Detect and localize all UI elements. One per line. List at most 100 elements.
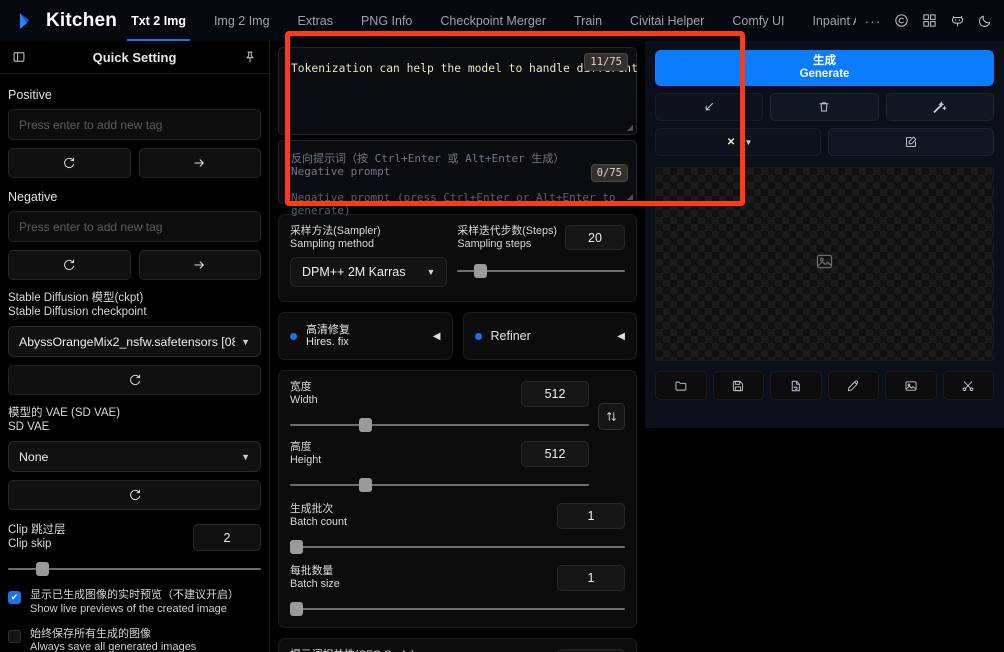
hires-fix-label-en: Hires. fix <box>306 336 349 349</box>
batch-size-label-cn: 每批数量 <box>290 565 334 578</box>
checkbox-label-en: Always save all generated images <box>30 640 197 652</box>
steps-slider[interactable] <box>457 263 625 279</box>
positive-apply-arrow-right-icon[interactable] <box>138 148 261 178</box>
tab-img2img[interactable]: Img 2 Img <box>200 0 284 41</box>
tab-label: Txt 2 Img <box>131 13 186 28</box>
clear-prompt-button[interactable] <box>770 93 879 121</box>
slider-knob[interactable] <box>358 418 372 433</box>
steps-value[interactable]: 20 <box>565 225 625 250</box>
slider-knob[interactable] <box>474 264 488 279</box>
checkbox-box[interactable] <box>8 629 21 643</box>
refiner-panel[interactable]: Refiner ◀ <box>462 312 637 361</box>
apply-style-button[interactable] <box>885 93 994 121</box>
hires-fix-panel[interactable]: 高清修复 Hires. fix ◀ <box>278 312 453 361</box>
checkbox-label-en: Show live previews of the created image <box>30 602 227 615</box>
tab-civitai-helper[interactable]: Civitai Helper <box>616 0 718 41</box>
negative-prompt-textarea[interactable]: 反向提示词（按 Ctrl+Enter 或 Alt+Enter 生成） Negat… <box>278 140 637 217</box>
panel-toggle-icon[interactable] <box>8 46 30 68</box>
tab-extras[interactable]: Extras <box>284 0 347 41</box>
clip-skip-value[interactable]: 2 <box>193 524 261 552</box>
slider-track <box>290 546 625 549</box>
width-slider[interactable] <box>290 417 589 433</box>
send-to-img2img-button[interactable] <box>885 371 937 400</box>
checkbox-always-save[interactable]: 始终保存所有生成的图像 Always save all generated im… <box>8 628 261 652</box>
tab-train[interactable]: Train <box>560 0 616 41</box>
checkbox-live-previews[interactable]: ✔ 显示已生成图像的实时预览（不建议开启） Show live previews… <box>8 589 261 615</box>
vae-select[interactable]: None ▼ <box>8 441 261 473</box>
tab-txt2img[interactable]: Txt 2 Img <box>117 0 200 41</box>
sampler-row: 采样方法(Sampler) Sampling method DPM++ 2M K… <box>290 225 625 288</box>
x-circle-icon[interactable]: ✕ <box>723 134 739 150</box>
tab-comfy-ui[interactable]: Comfy UI <box>718 0 798 41</box>
sampler-value: DPM++ 2M Karras <box>302 265 406 280</box>
clip-skip-slider[interactable] <box>8 561 261 577</box>
slider-knob[interactable] <box>35 562 49 577</box>
generate-action-row-1 <box>655 93 994 121</box>
negative-tag-input[interactable]: Press enter to add new tag <box>8 211 261 242</box>
generate-button[interactable]: 生成 Generate <box>655 50 994 86</box>
image-placeholder-icon <box>815 252 834 276</box>
negative-apply-arrow-right-icon[interactable] <box>138 250 261 280</box>
tab-inpaint-anything[interactable]: Inpaint Any <box>798 0 856 41</box>
edit-styles-button[interactable] <box>828 128 994 156</box>
open-folder-button[interactable] <box>655 371 707 400</box>
batch-size-slider[interactable] <box>290 601 625 617</box>
checkpoint-value: AbyssOrangeMix2_nsfw.safetensors [087329 <box>19 334 235 349</box>
slider-knob[interactable] <box>290 540 303 555</box>
generate-action-row-2: ✕ ▼ <box>655 128 994 156</box>
pin-icon[interactable] <box>239 46 261 68</box>
brand-name: Kitchen <box>46 9 118 31</box>
save-zip-button[interactable] <box>770 371 822 400</box>
height-label-en: Height <box>290 454 322 467</box>
positive-tag-input[interactable]: Press enter to add new tag <box>8 109 261 140</box>
tab-png-info[interactable]: PNG Info <box>347 0 426 41</box>
sampler-label-cn: 采样方法(Sampler) <box>290 225 381 237</box>
output-panel-empty-area <box>645 428 1004 652</box>
triangle-left-icon[interactable]: ◀ <box>433 331 441 342</box>
swap-dimensions-icon[interactable] <box>598 403 625 431</box>
vae-value: None <box>19 449 49 464</box>
checkbox-box[interactable]: ✔ <box>8 591 21 605</box>
restore-progress-button[interactable] <box>655 93 764 121</box>
checkbox-label-cn: 始终保存所有生成的图像 <box>30 627 151 640</box>
batch-count-value[interactable]: 1 <box>557 503 625 530</box>
batch-size-label: 每批数量 Batch size <box>290 565 557 590</box>
dark-mode-moon-icon[interactable] <box>973 9 997 33</box>
send-to-inpaint-button[interactable] <box>942 371 994 400</box>
image-preview-area[interactable] <box>655 167 994 361</box>
vae-refresh-icon[interactable] <box>8 480 261 511</box>
send-to-extras-button[interactable] <box>827 371 879 400</box>
copyright-icon[interactable] <box>889 9 913 33</box>
slider-knob[interactable] <box>358 478 372 493</box>
resize-grip-icon[interactable]: ◢ <box>627 192 633 201</box>
app-header: Kitchen Txt 2 Img Img 2 Img Extras PNG I… <box>0 0 1004 41</box>
save-button[interactable] <box>712 371 764 400</box>
positive-refresh-icon[interactable] <box>8 148 131 178</box>
nav-overflow-button[interactable]: ··· <box>856 13 889 29</box>
height-slider[interactable] <box>290 477 589 493</box>
generate-label-en: Generate <box>799 68 850 80</box>
github-icon[interactable] <box>945 9 969 33</box>
checkpoint-refresh-icon[interactable] <box>8 365 261 396</box>
styles-select[interactable]: ✕ ▼ <box>655 128 821 156</box>
tab-checkpoint-merger[interactable]: Checkpoint Merger <box>426 0 560 41</box>
apps-grid-icon[interactable] <box>917 9 941 33</box>
sampler-select[interactable]: DPM++ 2M Karras ▼ <box>290 257 448 288</box>
checkpoint-select[interactable]: AbyssOrangeMix2_nsfw.safetensors [087329… <box>8 326 261 358</box>
sampler-card: 采样方法(Sampler) Sampling method DPM++ 2M K… <box>278 214 637 303</box>
positive-prompt-textarea[interactable]: Tokenization can help the model to handl… <box>278 47 645 135</box>
triangle-left-icon[interactable]: ◀ <box>617 331 625 342</box>
width-value[interactable]: 512 <box>521 381 589 408</box>
sampler-label-en: Sampling method <box>290 237 375 250</box>
resize-grip-icon[interactable]: ◢ <box>627 123 633 132</box>
batch-count-slider[interactable] <box>290 539 625 555</box>
slider-knob[interactable] <box>290 602 303 617</box>
height-value[interactable]: 512 <box>521 441 589 468</box>
batch-size-value[interactable]: 1 <box>557 565 625 592</box>
steps-head: 采样迭代步数(Steps) Sampling steps 20 <box>457 225 625 250</box>
width-label-cn: 宽度 <box>290 381 312 394</box>
chevron-down-icon: ▼ <box>241 451 250 462</box>
batch-count-label-cn: 生成批次 <box>290 503 334 516</box>
negative-refresh-icon[interactable] <box>8 250 131 280</box>
steps-label-cn: 采样迭代步数(Steps) <box>457 225 557 237</box>
